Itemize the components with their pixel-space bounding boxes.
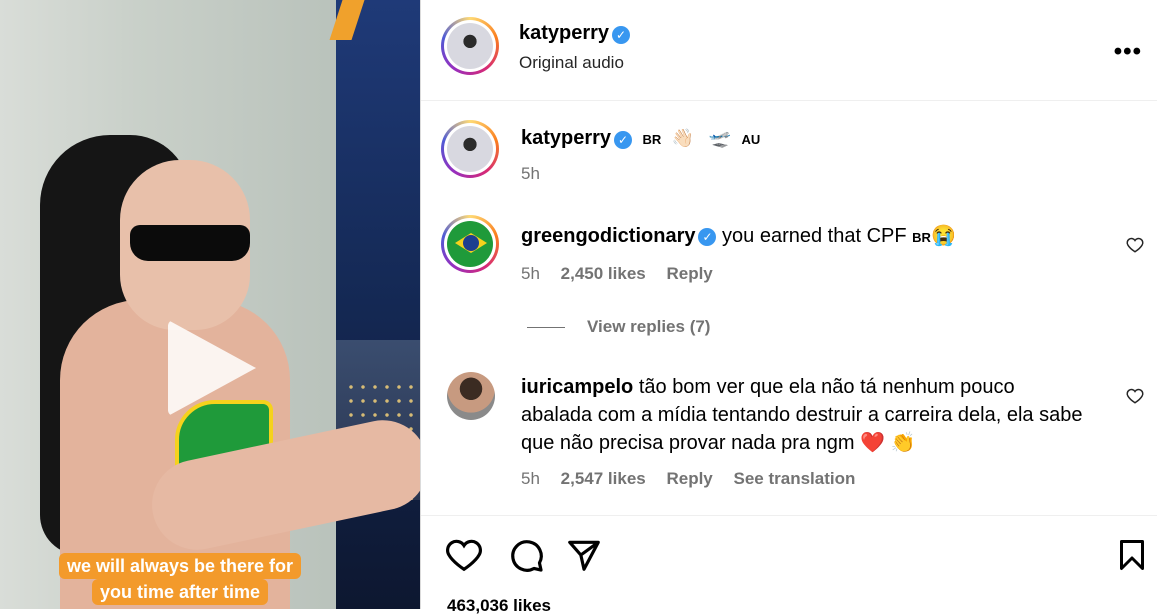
wave-icon: 👋🏻 bbox=[671, 128, 695, 148]
reel-video[interactable]: we will always be there for you time aft… bbox=[0, 0, 420, 609]
play-icon[interactable] bbox=[168, 320, 256, 416]
post-panel: katyperry ✓ Original audio ••• katyperry ✓… bbox=[420, 0, 1157, 615]
comment-avatar[interactable] bbox=[447, 372, 495, 420]
comment-icon[interactable] bbox=[507, 536, 545, 574]
caption-time: 5h bbox=[521, 164, 540, 183]
flag-globe bbox=[463, 235, 479, 251]
video-person-sunglasses bbox=[130, 225, 250, 261]
bookmark-icon[interactable] bbox=[1114, 536, 1150, 574]
header-username[interactable]: katyperry bbox=[519, 22, 609, 44]
video-caption-line2: you time after time bbox=[91, 579, 269, 605]
more-options-icon[interactable]: ••• bbox=[1114, 38, 1142, 66]
caption-au: AU bbox=[741, 132, 761, 147]
comment-text: you earned that CPF bbox=[722, 225, 907, 247]
comment-text-line3: que não precisa provar nada pra ngm bbox=[521, 432, 855, 454]
caption-avatar[interactable] bbox=[441, 120, 499, 178]
video-caption: we will always be there for you time aft… bbox=[0, 553, 360, 605]
crying-emoji: 😭 bbox=[930, 225, 956, 247]
caption-line: katyperry ✓ BR 👋🏻 🛫 AU bbox=[521, 127, 760, 150]
author-avatar[interactable] bbox=[441, 17, 499, 75]
comment-flag-code: BR bbox=[912, 230, 931, 245]
comment-like-heart-icon[interactable] bbox=[1126, 387, 1144, 405]
see-translation-button[interactable]: See translation bbox=[734, 469, 856, 488]
caption-br: BR bbox=[642, 132, 662, 147]
heart-icon[interactable] bbox=[445, 536, 483, 574]
comment-username[interactable]: greengodictionary bbox=[521, 225, 695, 247]
comment-meta: 5h 2,450 likes Reply bbox=[521, 264, 713, 284]
comment-text-line2: abalada com a mídia tentando destruir a … bbox=[521, 404, 1083, 426]
header-audio[interactable]: Original audio bbox=[519, 53, 624, 73]
brazil-flag-avatar bbox=[447, 221, 493, 267]
comment-avatar[interactable] bbox=[441, 215, 499, 273]
comment-body: iuricampelo tão bom ver que ela não tá n… bbox=[521, 373, 1082, 457]
airplane-icon: 🛫 bbox=[708, 128, 732, 148]
caption-username[interactable]: katyperry bbox=[521, 127, 611, 149]
verified-badge-icon: ✓ bbox=[612, 25, 631, 44]
comment-time: 5h bbox=[521, 469, 540, 488]
view-replies-button[interactable]: View replies (7) bbox=[587, 317, 710, 337]
avatar-image bbox=[447, 23, 493, 69]
comment-username[interactable]: iuricampelo bbox=[521, 376, 633, 398]
comment-likes[interactable]: 2,547 likes bbox=[561, 469, 646, 488]
comment-body: greengodictionary ✓ you earned that CPF B… bbox=[521, 222, 956, 252]
header-user: katyperry ✓ bbox=[519, 22, 631, 45]
avatar-image bbox=[447, 126, 493, 172]
comment-text-line1: tão bom ver que ela não tá nenhum pouco bbox=[638, 376, 1015, 398]
reply-button[interactable]: Reply bbox=[666, 264, 712, 283]
replies-divider bbox=[527, 327, 565, 328]
reply-button[interactable]: Reply bbox=[666, 469, 712, 488]
heart-clap-emoji: ❤️ 👏 bbox=[860, 432, 916, 454]
post-header: katyperry ✓ Original audio ••• bbox=[421, 0, 1157, 101]
comment-like-heart-icon[interactable] bbox=[1126, 236, 1144, 254]
comment-likes[interactable]: 2,450 likes bbox=[561, 264, 646, 283]
comment-time: 5h bbox=[521, 264, 540, 283]
verified-badge-icon: ✓ bbox=[698, 227, 717, 246]
likes-count[interactable]: 463,036 likes bbox=[447, 596, 551, 616]
comment-meta: 5h 2,547 likes Reply See translation bbox=[521, 469, 855, 489]
video-caption-line1: we will always be there for bbox=[58, 553, 302, 579]
verified-badge-icon: ✓ bbox=[614, 130, 633, 149]
share-icon[interactable] bbox=[565, 536, 603, 574]
